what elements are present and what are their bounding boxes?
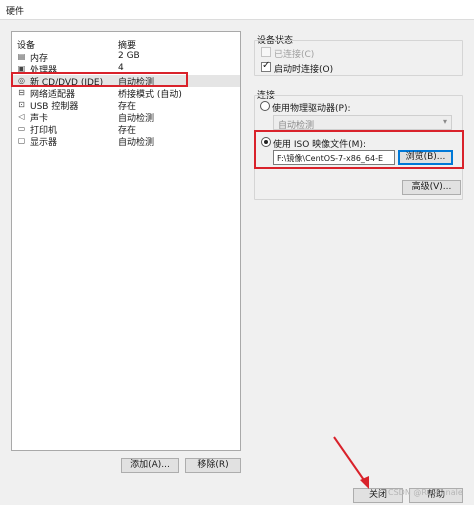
connected-label: 已连接(C) [274, 50, 315, 60]
physical-drive-radio[interactable] [260, 101, 270, 111]
iso-path-input[interactable]: F:\镜像\CentOS-7-x86_64-E [273, 150, 395, 165]
browse-button[interactable]: 浏览(B)... [398, 150, 453, 165]
iso-path-value: F:\镜像\CentOS-7-x86_64-E [277, 154, 384, 163]
device-summary: 自动检测 [118, 138, 155, 148]
cd-dvd-icon: ◎ [18, 76, 25, 85]
checkmark-icon: ✓ [262, 60, 271, 71]
device-summary: 2 GB [118, 51, 140, 61]
window-title: 硬件 [6, 7, 25, 17]
device-row-cd-dvd[interactable]: ◎ 新 CD/DVD (IDE) 自动检测 [12, 75, 240, 88]
device-summary: 4 [118, 63, 124, 73]
power-on-label: 启动时连接(O) [274, 65, 334, 75]
physical-drive-value: 自动检测 [278, 121, 315, 131]
memory-icon: ▤ [17, 52, 26, 61]
power-on-checkbox[interactable]: ✓ [261, 60, 271, 72]
advanced-button[interactable]: 高级(V)... [402, 180, 461, 195]
iso-label: 使用 ISO 映像文件(M): [273, 140, 366, 150]
device-row-display[interactable]: ▢ 显示器 自动检测 [12, 135, 240, 148]
chevron-down-icon: ▾ [442, 117, 447, 126]
device-row-memory[interactable]: ▤ 内存 2 GB [12, 51, 240, 64]
device-row-usb-controller[interactable]: ⊡ USB 控制器 存在 [12, 99, 240, 112]
column-header-device[interactable]: 设备 [17, 38, 35, 51]
device-row-network-adapter[interactable]: ⊟ 网络适配器 桥接模式 (自动) [12, 87, 240, 100]
usb-controller-icon: ⊡ [18, 100, 25, 109]
remove-device-button[interactable]: 移除(R) [185, 458, 241, 473]
radio-dot-icon [264, 140, 268, 144]
iso-radio[interactable] [261, 137, 271, 147]
watermark: CSDN @Ru_Kanale [388, 488, 463, 497]
processor-icon: ▣ [17, 64, 26, 73]
sound-card-icon: ◁ [18, 112, 25, 121]
column-header-summary[interactable]: 摘要 [118, 38, 136, 51]
display-icon: ▢ [17, 136, 26, 145]
physical-drive-label: 使用物理驱动器(P): [272, 104, 351, 114]
connected-checkbox[interactable] [261, 47, 271, 57]
device-row-printer[interactable]: ▭ 打印机 存在 [12, 123, 240, 136]
device-name: 显示器 [30, 138, 58, 148]
physical-drive-select[interactable]: 自动检测 ▾ [273, 115, 452, 131]
device-list[interactable]: 设备 摘要 ▤ 内存 2 GB ▣ 处理器 4 ◎ 新 CD/DVD (IDE)… [11, 31, 241, 451]
device-row-processor[interactable]: ▣ 处理器 4 [12, 63, 240, 76]
network-adapter-icon: ⊟ [18, 88, 25, 97]
device-row-sound-card[interactable]: ◁ 声卡 自动检测 [12, 111, 240, 124]
printer-icon: ▭ [17, 124, 26, 133]
window-titlebar: 硬件 [0, 0, 474, 20]
add-device-button[interactable]: 添加(A)... [121, 458, 179, 473]
